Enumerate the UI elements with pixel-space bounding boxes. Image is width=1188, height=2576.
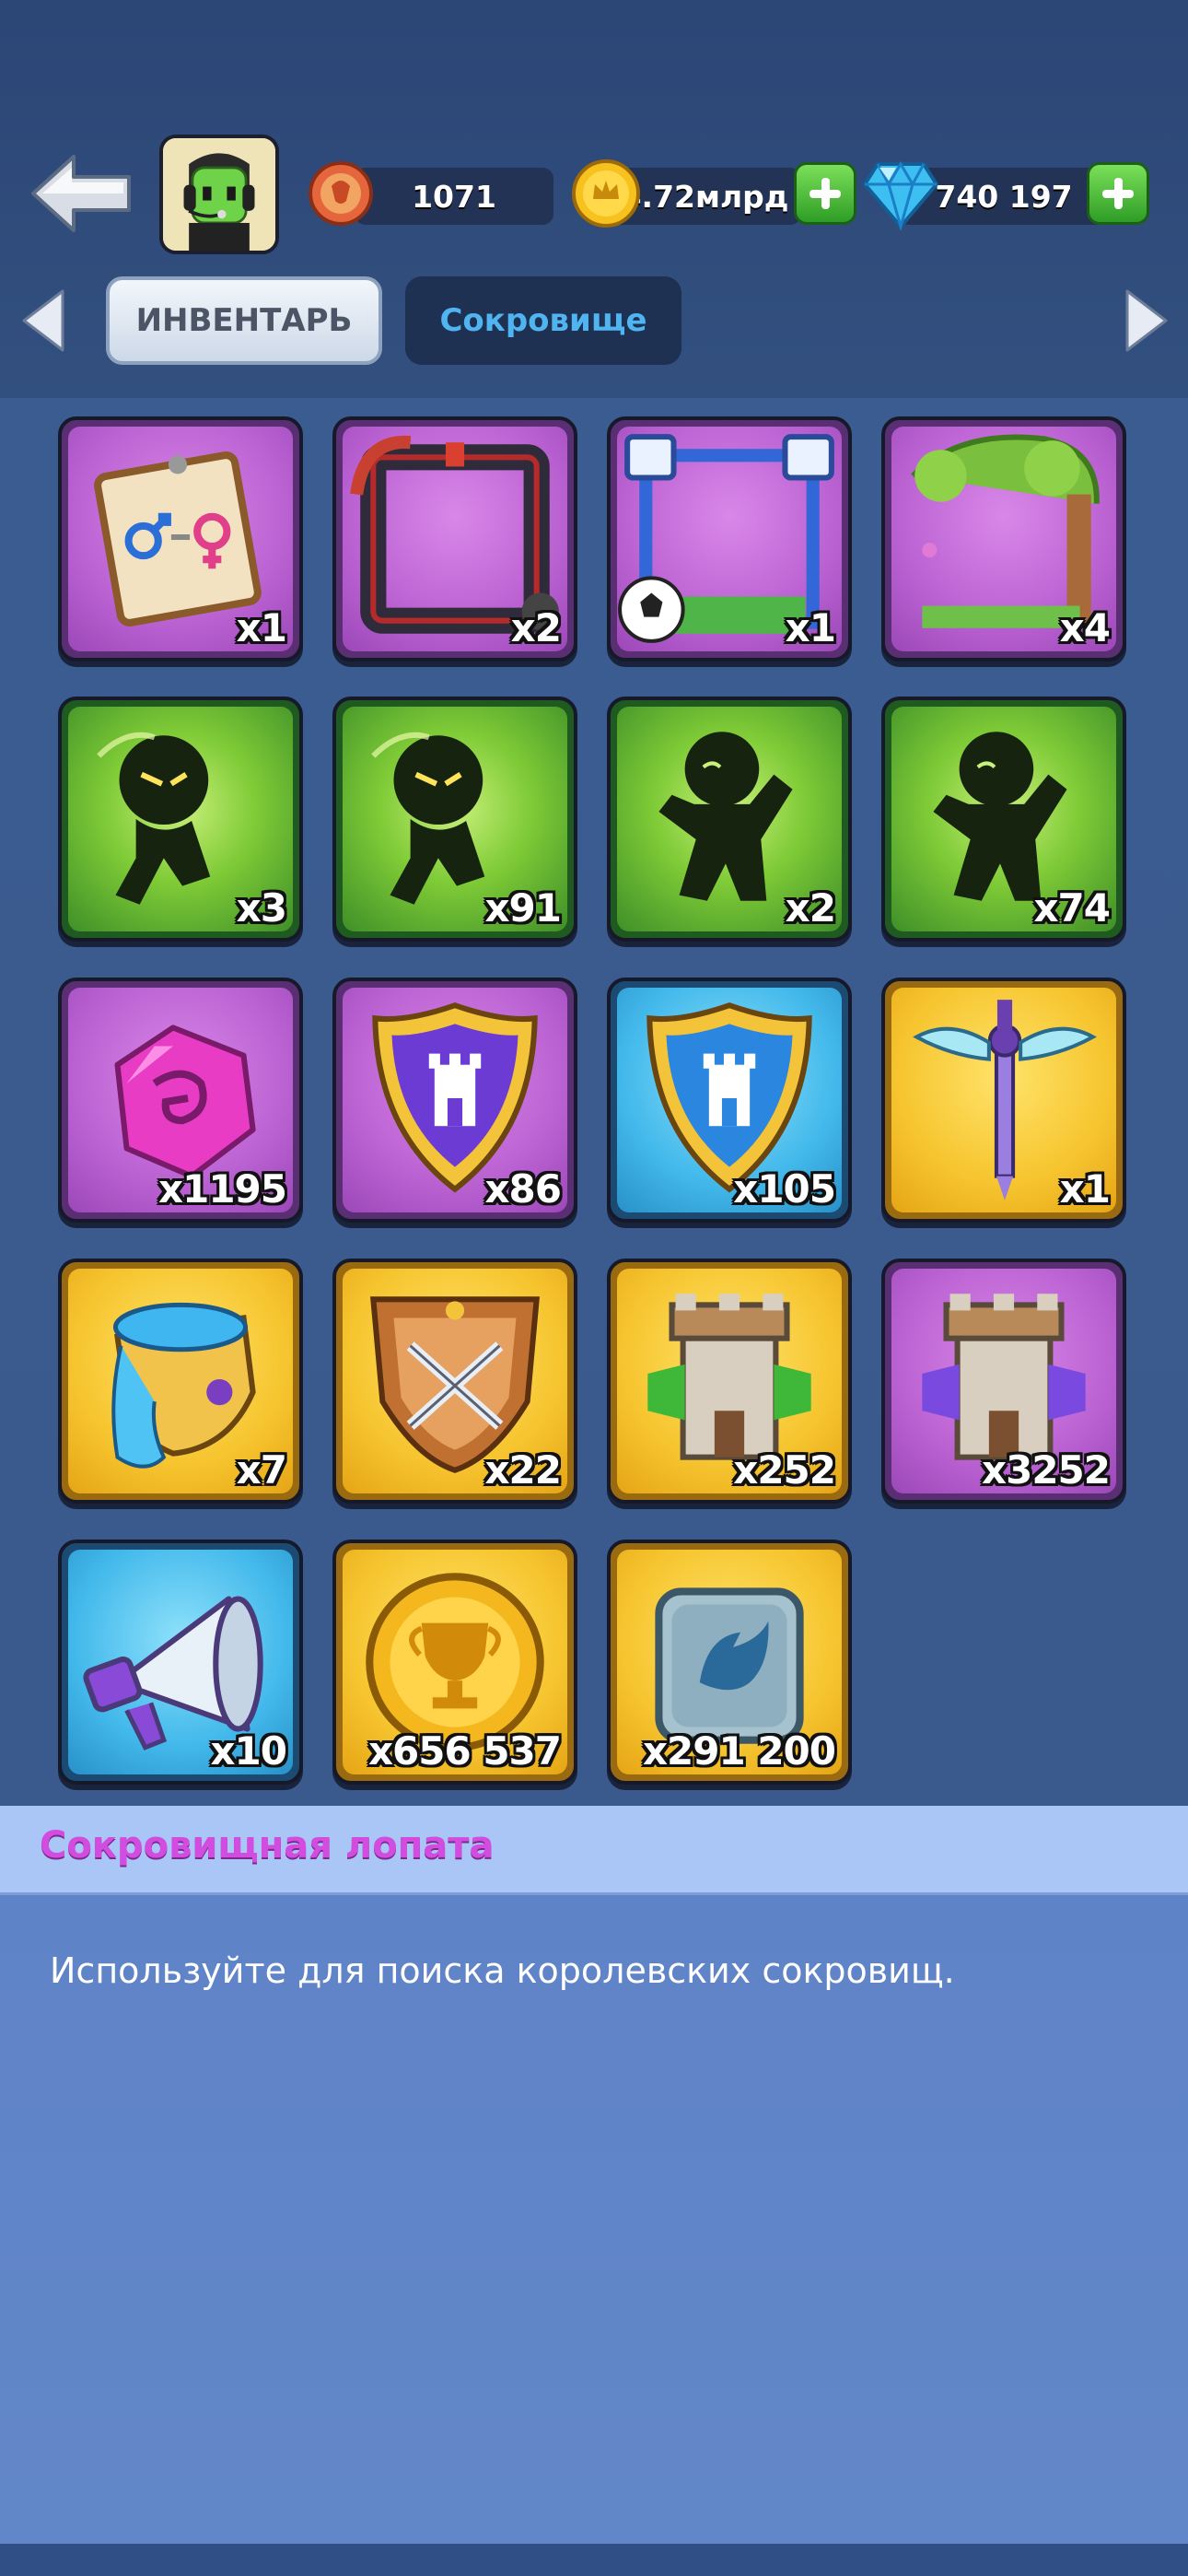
inventory-item[interactable]: x656 537 (332, 1540, 577, 1785)
inventory-item[interactable]: x1 (607, 416, 852, 662)
item-count: x74 (1033, 885, 1111, 931)
item-count: x91 (484, 885, 562, 931)
inventory-item[interactable]: x86 (332, 978, 577, 1223)
item-count: x105 (733, 1166, 836, 1212)
item-count: x1 (785, 605, 836, 650)
tab-treasure[interactable]: Сокровище (405, 276, 681, 365)
item-count: x1 (1059, 1166, 1111, 1212)
item-count: x4 (1059, 605, 1111, 650)
item-count: x3 (236, 885, 287, 931)
tab-treasure-label: Сокровище (439, 302, 647, 339)
avatar-face-icon (163, 138, 275, 251)
inventory-item[interactable]: x3 (58, 697, 303, 942)
tab-prev-arrow-icon[interactable] (18, 287, 70, 354)
bottom-bar (0, 2544, 1188, 2576)
item-count: x2 (510, 605, 562, 650)
item-count: x2 (785, 885, 836, 931)
item-count: x3252 (982, 1447, 1111, 1493)
item-info-description: Используйте для поиска королевских сокро… (50, 1950, 955, 1991)
item-count: x656 537 (367, 1728, 562, 1774)
trophy-counter: 1071 (355, 168, 553, 225)
inventory-item[interactable]: x1195 (58, 978, 303, 1223)
inventory-item[interactable]: x291 200 (607, 1540, 852, 1785)
tab-inventory-label: ИНВЕНТАРЬ (135, 302, 353, 339)
inventory-item[interactable]: x22 (332, 1259, 577, 1504)
inventory-item[interactable]: x91 (332, 697, 577, 942)
gem-amount: 740 197 (935, 178, 1073, 215)
inventory-item[interactable]: x2 (332, 416, 577, 662)
back-arrow-icon[interactable] (26, 147, 136, 240)
inventory-item[interactable]: x10 (58, 1540, 303, 1785)
item-count: x1195 (158, 1166, 287, 1212)
add-gems-button[interactable] (1087, 162, 1149, 225)
inventory-item[interactable]: x1 (881, 978, 1126, 1223)
tab-inventory[interactable]: ИНВЕНТАРЬ (106, 276, 382, 365)
trophy-medal-icon (309, 161, 373, 226)
item-count: x10 (210, 1728, 287, 1774)
tab-next-arrow-icon[interactable] (1120, 287, 1171, 354)
item-count: x291 200 (642, 1728, 836, 1774)
inventory-item[interactable]: x1 (58, 416, 303, 662)
item-count: x7 (236, 1447, 287, 1493)
item-count: x22 (484, 1447, 562, 1493)
inventory-item[interactable]: x105 (607, 978, 852, 1223)
inventory-item[interactable]: x74 (881, 697, 1126, 942)
inventory-item[interactable]: x4 (881, 416, 1126, 662)
trophy-count: 1071 (412, 178, 496, 215)
item-info-header: Сокровищная лопата (0, 1806, 1188, 1895)
add-gold-button[interactable] (794, 162, 856, 225)
inventory-item[interactable]: x2 (607, 697, 852, 942)
player-avatar[interactable] (159, 135, 279, 254)
item-count: x252 (733, 1447, 836, 1493)
item-count: x86 (484, 1166, 562, 1212)
item-count: x1 (236, 605, 287, 650)
item-info-title: Сокровищная лопата (40, 1824, 495, 1867)
inventory-item[interactable]: x7 (58, 1259, 303, 1504)
diamond-icon (863, 161, 938, 230)
gold-coin-icon (572, 159, 640, 228)
item-info-panel: Используйте для поиска королевских сокро… (0, 1895, 1188, 2544)
gold-amount: 4.72млрд (620, 178, 789, 215)
inventory-item[interactable]: x252 (607, 1259, 852, 1504)
inventory-item[interactable]: x3252 (881, 1259, 1126, 1504)
